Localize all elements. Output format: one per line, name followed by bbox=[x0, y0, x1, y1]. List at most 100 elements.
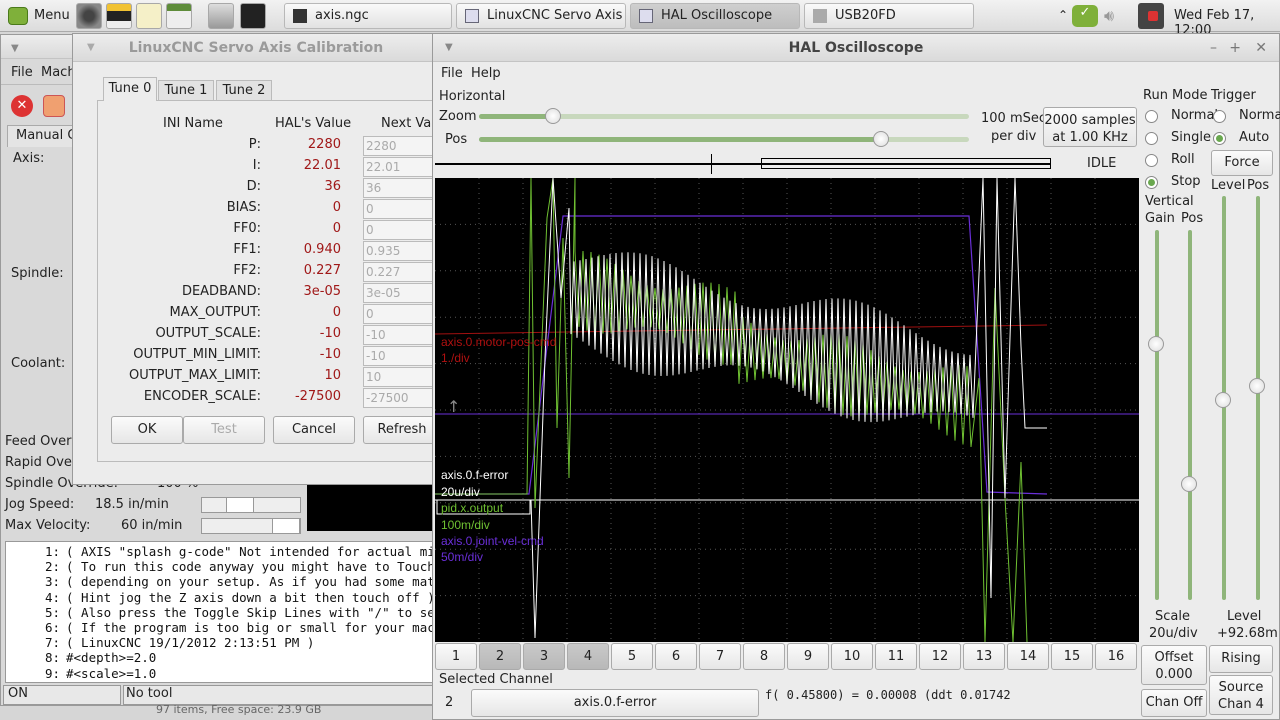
param-next-field[interactable]: 0 bbox=[363, 304, 443, 324]
param-next-field[interactable]: 0 bbox=[363, 199, 443, 219]
trigger-radio-auto[interactable] bbox=[1213, 132, 1226, 145]
trigger-level-slider[interactable] bbox=[1215, 196, 1231, 600]
samples-button[interactable]: 2000 samples at 1.00 KHz bbox=[1043, 107, 1137, 147]
param-next-field[interactable]: -27500 bbox=[363, 388, 443, 408]
run-mode-radio-roll[interactable] bbox=[1145, 154, 1158, 167]
tab-tune-2[interactable]: Tune 2 bbox=[216, 80, 272, 101]
gcode-listing[interactable]: 1: ( AXIS "splash g-code" Not intended fo… bbox=[5, 541, 441, 683]
window-menu-icon[interactable]: ▼ bbox=[11, 35, 19, 63]
task-hal-oscilloscope[interactable]: HAL Oscilloscope bbox=[630, 3, 800, 29]
channel-button-4[interactable]: 4 bbox=[567, 643, 609, 670]
menu-file[interactable]: File bbox=[441, 66, 463, 81]
jog-speed-slider[interactable] bbox=[201, 497, 301, 513]
volume-icon[interactable]: 🔊︎ bbox=[1104, 6, 1114, 26]
rising-button[interactable]: Rising bbox=[1209, 645, 1273, 673]
param-next-field[interactable]: 0 bbox=[363, 220, 443, 240]
slider-thumb[interactable] bbox=[272, 519, 300, 533]
test-button[interactable]: Test bbox=[183, 416, 265, 444]
network-off-icon[interactable] bbox=[1138, 3, 1164, 29]
ok-button[interactable]: OK bbox=[111, 416, 183, 444]
gcode-line[interactable]: 1: ( AXIS "splash g-code" Not intended fo… bbox=[6, 544, 440, 559]
tab-tune-0[interactable]: Tune 0 bbox=[103, 77, 157, 101]
channel-button-10[interactable]: 10 bbox=[831, 643, 873, 670]
param-next-field[interactable]: 0.935 bbox=[363, 241, 443, 261]
param-next-field[interactable]: 36 bbox=[363, 178, 443, 198]
task-servo-calibration[interactable]: LinuxCNC Servo Axis ... bbox=[456, 3, 626, 29]
offset-button[interactable]: Offset 0.000 bbox=[1141, 645, 1207, 685]
channel-button-15[interactable]: 15 bbox=[1051, 643, 1093, 670]
drive-icon[interactable] bbox=[208, 3, 234, 29]
gcode-line[interactable]: 2: ( To run this code anyway you might ha… bbox=[6, 559, 440, 574]
menu-machine[interactable]: Mach bbox=[41, 65, 76, 80]
channel-button-7[interactable]: 7 bbox=[699, 643, 741, 670]
task-axis-ngc[interactable]: axis.ngc bbox=[284, 3, 452, 29]
force-button[interactable]: Force bbox=[1211, 150, 1273, 176]
channel-button-12[interactable]: 12 bbox=[919, 643, 961, 670]
param-next-field[interactable]: 10 bbox=[363, 367, 443, 387]
param-next-field[interactable]: 2280 bbox=[363, 136, 443, 156]
tux-launcher-icon[interactable] bbox=[106, 3, 132, 29]
camera-launcher-icon[interactable] bbox=[76, 3, 102, 29]
channel-button-1[interactable]: 1 bbox=[435, 643, 477, 670]
source-button[interactable]: Source Chan 4 bbox=[1209, 675, 1273, 715]
slider-knob[interactable] bbox=[1215, 392, 1231, 408]
param-next-field[interactable]: 0.227 bbox=[363, 262, 443, 282]
pos-slider-knob[interactable] bbox=[872, 131, 889, 147]
gcode-line[interactable]: 9: #<scale>=1.0 bbox=[6, 666, 156, 681]
param-next-field[interactable]: -10 bbox=[363, 325, 443, 345]
window-menu-icon[interactable]: ▼ bbox=[87, 34, 95, 62]
run-mode-radio-stop[interactable] bbox=[1145, 176, 1158, 189]
scope-display[interactable]: axis.0.motor-pos-cmd 1./div ↑ axis.0.f-e… bbox=[435, 178, 1139, 642]
vertical-gain-slider[interactable] bbox=[1148, 230, 1164, 600]
chan-off-button[interactable]: Chan Off bbox=[1141, 689, 1207, 717]
minimize-icon[interactable]: – bbox=[1210, 34, 1217, 62]
pos-slider[interactable] bbox=[479, 131, 969, 147]
channel-button-3[interactable]: 3 bbox=[523, 643, 565, 670]
channel-button-5[interactable]: 5 bbox=[611, 643, 653, 670]
zoom-slider[interactable] bbox=[479, 108, 969, 124]
slider-knob[interactable] bbox=[1181, 476, 1197, 492]
tab-tune-1[interactable]: Tune 1 bbox=[158, 80, 214, 101]
menu-help[interactable]: Help bbox=[471, 66, 501, 81]
refresh-button[interactable]: Refresh bbox=[363, 416, 441, 444]
slider-knob[interactable] bbox=[1148, 336, 1164, 352]
menu-button[interactable]: Menu bbox=[4, 4, 70, 28]
gcode-line[interactable]: 4: ( Hint jog the Z axis down a bit then … bbox=[6, 590, 435, 605]
channel-button-14[interactable]: 14 bbox=[1007, 643, 1049, 670]
param-next-field[interactable]: -10 bbox=[363, 346, 443, 366]
task-usb20fd[interactable]: USB20FD bbox=[804, 3, 974, 29]
channel-button-13[interactable]: 13 bbox=[963, 643, 1005, 670]
maximize-icon[interactable]: + bbox=[1229, 34, 1241, 62]
preview-canvas[interactable] bbox=[307, 483, 441, 531]
chevron-up-icon[interactable]: ⌃ bbox=[1058, 8, 1068, 22]
update-shield-icon[interactable]: ✓ bbox=[1072, 5, 1098, 27]
trigger-radio-normal[interactable] bbox=[1213, 110, 1226, 123]
channel-button-6[interactable]: 6 bbox=[655, 643, 697, 670]
estop-button[interactable]: ✕ bbox=[11, 95, 33, 117]
channel-button-8[interactable]: 8 bbox=[743, 643, 785, 670]
run-mode-radio-normal[interactable] bbox=[1145, 110, 1158, 123]
gcode-line[interactable]: 8: #<depth>=2.0 bbox=[6, 650, 156, 665]
gcode-line[interactable]: 3: ( depending on your setup. As if you h… bbox=[6, 574, 440, 589]
param-next-field[interactable]: 3e-05 bbox=[363, 283, 443, 303]
menu-file[interactable]: File bbox=[11, 65, 33, 80]
window-menu-icon[interactable]: ▼ bbox=[445, 34, 453, 62]
slider-knob[interactable] bbox=[1249, 378, 1265, 394]
gcode-line[interactable]: 7: ( LinuxCNC 19/1/2012 2:13:51 PM ) bbox=[6, 635, 314, 650]
max-velocity-slider[interactable] bbox=[201, 518, 301, 534]
text-editor-icon[interactable] bbox=[136, 3, 162, 29]
cancel-button[interactable]: Cancel bbox=[273, 416, 355, 444]
power-button[interactable] bbox=[43, 95, 65, 117]
selected-channel-button[interactable]: axis.0.f-error bbox=[471, 689, 759, 717]
zoom-slider-knob[interactable] bbox=[544, 108, 561, 124]
close-icon[interactable]: ✕ bbox=[1255, 34, 1267, 62]
gcode-line[interactable]: 5: ( Also press the Toggle Skip Lines wit… bbox=[6, 605, 440, 620]
channel-button-11[interactable]: 11 bbox=[875, 643, 917, 670]
run-mode-radio-single[interactable] bbox=[1145, 132, 1158, 145]
gcode-line[interactable]: 6: ( If the program is too big or small f… bbox=[6, 620, 440, 635]
terminal-icon[interactable] bbox=[240, 3, 266, 29]
terminal-window-icon[interactable] bbox=[166, 3, 192, 29]
vertical-pos-slider[interactable] bbox=[1181, 230, 1197, 600]
param-next-field[interactable]: 22.01 bbox=[363, 157, 443, 177]
channel-button-16[interactable]: 16 bbox=[1095, 643, 1137, 670]
